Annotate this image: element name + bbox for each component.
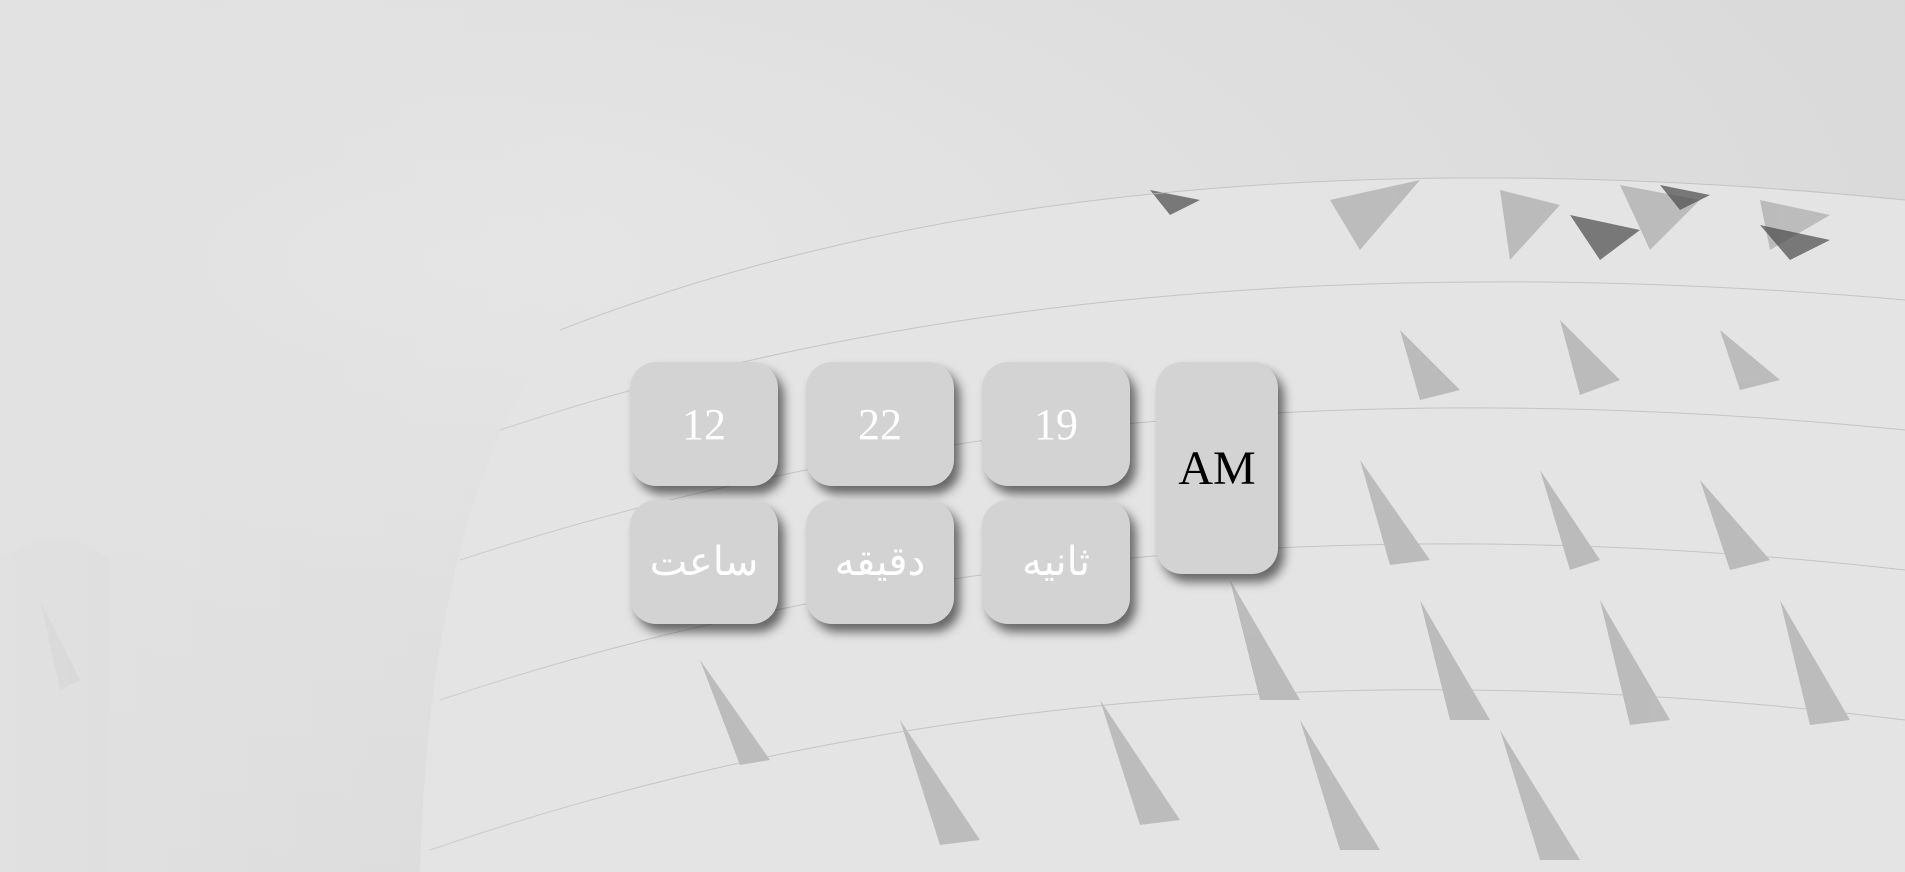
seconds-value: 19 (982, 362, 1130, 486)
hours-value: 12 (630, 362, 778, 486)
am-pm-indicator: AM (1156, 362, 1278, 574)
seconds-label: ثانیه (982, 500, 1130, 624)
hours-label: ساعت (630, 500, 778, 624)
minutes-value: 22 (806, 362, 954, 486)
minutes-label: دقیقه (806, 500, 954, 624)
digital-clock: 12 22 19 ساعت دقیقه ثانیه AM (0, 0, 1905, 872)
